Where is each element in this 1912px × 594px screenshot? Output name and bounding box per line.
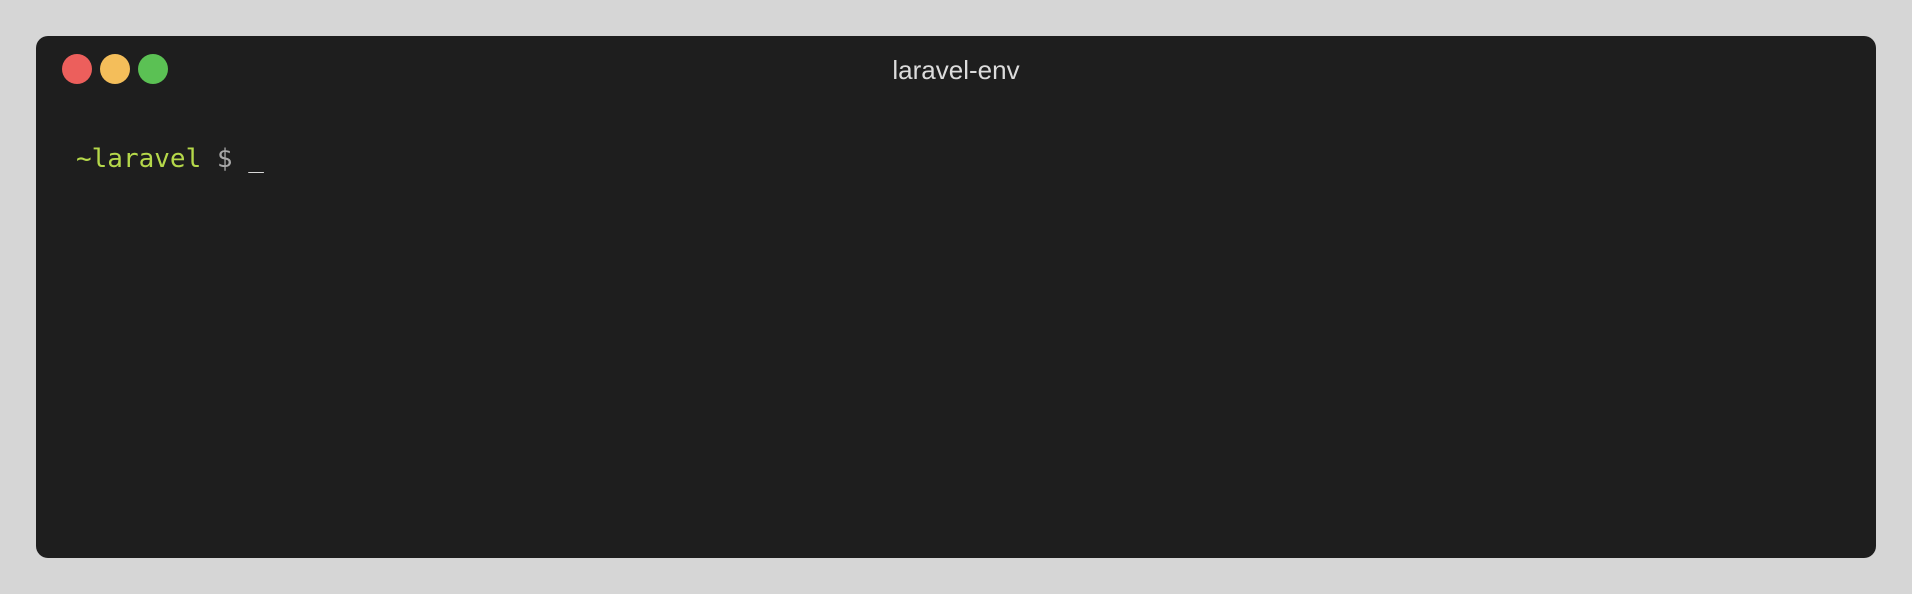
prompt-symbol: $ xyxy=(216,144,233,174)
terminal-window: laravel-env ~laravel $ _ xyxy=(36,36,1876,558)
terminal-cursor: _ xyxy=(248,144,264,174)
window-title: laravel-env xyxy=(892,55,1020,85)
terminal-output[interactable]: ~laravel $ _ xyxy=(76,142,1836,528)
prompt-path: ~laravel xyxy=(76,144,202,174)
title-bar[interactable]: laravel-env xyxy=(36,36,1876,104)
